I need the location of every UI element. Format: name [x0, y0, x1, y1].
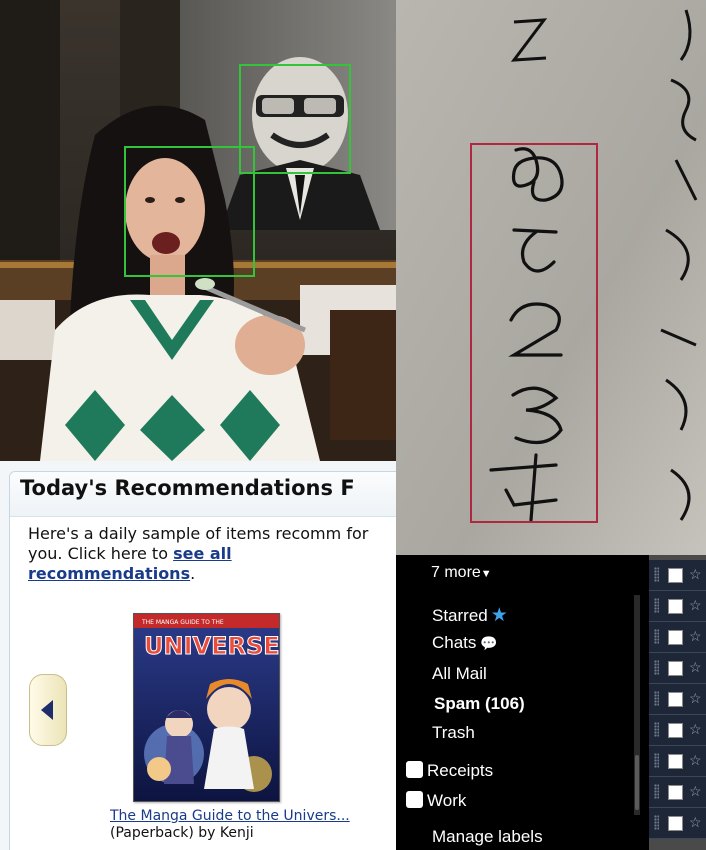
recommendations-intro: Here's a daily sample of items recomm fo…: [28, 524, 396, 584]
select-checkbox[interactable]: [668, 785, 683, 800]
star-toggle-icon[interactable]: ☆: [689, 690, 702, 707]
chat-bubble-icon: 💬: [480, 635, 498, 651]
book-details: (Paperback) by Kenji: [110, 825, 254, 841]
star-toggle-icon[interactable]: ☆: [689, 597, 702, 614]
drag-handle-icon[interactable]: [654, 815, 659, 830]
select-checkbox[interactable]: [668, 661, 683, 676]
sidebar-item-all-mail[interactable]: All Mail: [432, 664, 487, 684]
dropdown-arrow-icon: ▼: [480, 568, 492, 580]
label-name: Receipts: [427, 761, 494, 780]
intro-period: .: [190, 564, 196, 583]
left-arrow-icon: [41, 700, 53, 720]
drag-handle-icon[interactable]: [654, 753, 659, 768]
sidebar-item-label: All Mail: [432, 664, 487, 683]
drag-handle-icon[interactable]: [654, 722, 659, 737]
select-checkbox[interactable]: [668, 692, 683, 707]
message-row[interactable]: ☆: [649, 746, 706, 777]
restaurant-photo: [0, 0, 396, 461]
more-label-text: 7 more: [431, 564, 481, 581]
sidebar-label-receipts[interactable]: Receipts: [406, 761, 493, 781]
cover-title-text: UNIVERSE: [144, 632, 279, 660]
select-checkbox[interactable]: [668, 816, 683, 831]
cover-banner-text: THE MANGA GUIDE TO THE: [141, 619, 224, 626]
label-color-swatch[interactable]: [406, 761, 423, 778]
drag-handle-icon[interactable]: [654, 567, 659, 582]
star-toggle-icon[interactable]: ☆: [689, 628, 702, 645]
paper-image: [396, 0, 706, 555]
gmail-panel: 7 more▼ Starred ★ Chats 💬 All Mail Spam (1…: [396, 555, 706, 850]
drag-handle-icon[interactable]: [654, 660, 659, 675]
message-list: ☆ ☆ ☆ ☆ ☆ ☆ ☆ ☆ ☆: [649, 555, 706, 850]
select-checkbox[interactable]: [668, 599, 683, 614]
more-labels-link[interactable]: 7 more▼: [431, 564, 492, 582]
message-row[interactable]: ☆: [649, 591, 706, 622]
sidebar-label-work[interactable]: Work: [406, 791, 466, 811]
label-color-swatch[interactable]: [406, 791, 423, 808]
star-toggle-icon[interactable]: ☆: [689, 659, 702, 676]
manage-labels-text: Manage labels: [432, 827, 543, 846]
recommendations-panel: Today's Recommendations F Here's a daily…: [0, 461, 396, 850]
select-checkbox[interactable]: [668, 723, 683, 738]
previous-button[interactable]: [29, 674, 67, 746]
message-row[interactable]: ☆: [649, 777, 706, 808]
book-title-link[interactable]: The Manga Guide to the Univers...: [110, 808, 350, 824]
book-cover-image[interactable]: THE MANGA GUIDE TO THE UNIVERSE: [133, 613, 280, 802]
message-row[interactable]: ☆: [649, 808, 706, 839]
drag-handle-icon[interactable]: [654, 691, 659, 706]
sidebar-item-starred[interactable]: Starred ★: [432, 604, 508, 627]
sidebar-item-label: Trash: [432, 723, 475, 742]
book-caption: The Manga Guide to the Univers... (Paper…: [110, 808, 396, 842]
select-checkbox[interactable]: [668, 630, 683, 645]
star-icon: ★: [490, 605, 508, 626]
message-row[interactable]: ☆: [649, 622, 706, 653]
sidebar-item-spam[interactable]: Spam (106): [434, 694, 525, 714]
face-detection-photo: [0, 0, 396, 461]
message-row[interactable]: ☆: [649, 684, 706, 715]
star-toggle-icon[interactable]: ☆: [689, 566, 702, 583]
star-toggle-icon[interactable]: ☆: [689, 814, 702, 831]
star-toggle-icon[interactable]: ☆: [689, 783, 702, 800]
sidebar-item-label: Starred: [432, 606, 488, 625]
select-checkbox[interactable]: [668, 754, 683, 769]
handwritten-digits-photo: [396, 0, 706, 555]
sidebar-item-label: Chats: [432, 633, 477, 652]
sidebar-item-trash[interactable]: Trash: [432, 723, 475, 743]
label-name: Work: [427, 791, 467, 810]
sidebar-item-label: Spam (106): [434, 694, 525, 713]
scrollbar-thumb[interactable]: [635, 755, 639, 810]
message-row[interactable]: ☆: [649, 715, 706, 746]
message-row[interactable]: ☆: [649, 653, 706, 684]
star-toggle-icon[interactable]: ☆: [689, 721, 702, 738]
gmail-sidebar: 7 more▼ Starred ★ Chats 💬 All Mail Spam (1…: [396, 555, 641, 850]
sidebar-scrollbar[interactable]: [634, 595, 640, 815]
drag-handle-icon[interactable]: [654, 598, 659, 613]
star-toggle-icon[interactable]: ☆: [689, 752, 702, 769]
drag-handle-icon[interactable]: [654, 784, 659, 799]
sidebar-item-chats[interactable]: Chats 💬: [432, 633, 498, 653]
select-checkbox[interactable]: [668, 568, 683, 583]
drag-handle-icon[interactable]: [654, 629, 659, 644]
recommendations-title: Today's Recommendations F: [20, 476, 355, 500]
message-row[interactable]: ☆: [649, 560, 706, 591]
manage-labels-link[interactable]: Manage labels: [432, 827, 543, 847]
